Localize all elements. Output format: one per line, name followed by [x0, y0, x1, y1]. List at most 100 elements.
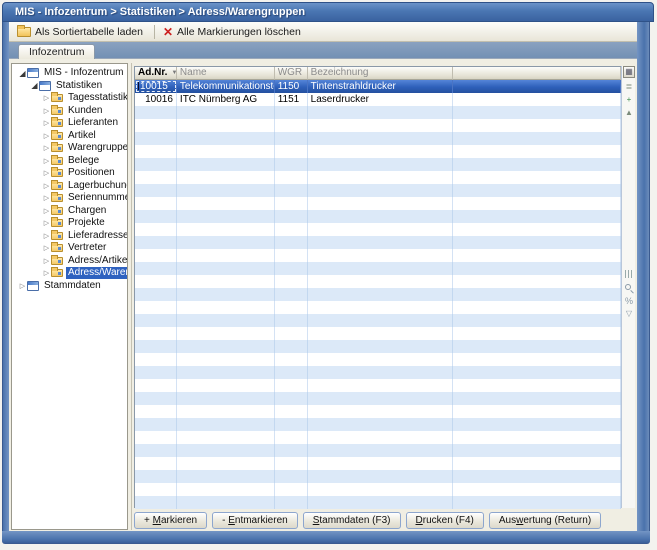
- grid-cell[interactable]: [177, 470, 275, 483]
- grid-cell[interactable]: 1151: [275, 93, 308, 106]
- expand-arrow-icon[interactable]: ▷: [42, 219, 51, 227]
- grid-cell[interactable]: [275, 210, 308, 223]
- expand-arrow-icon[interactable]: ▷: [42, 244, 51, 252]
- grid-cell[interactable]: [275, 340, 308, 353]
- grid-cell[interactable]: [308, 184, 454, 197]
- footer-button-entmarkieren[interactable]: - Entmarkieren: [212, 512, 298, 529]
- grid-empty-row[interactable]: [135, 132, 621, 145]
- grid-cell[interactable]: [308, 262, 454, 275]
- grid-cell[interactable]: [308, 340, 454, 353]
- tree-item-stammdaten[interactable]: ▷Stammdaten: [12, 280, 127, 293]
- grid-empty-row[interactable]: [135, 431, 621, 444]
- grid-cell[interactable]: [453, 275, 621, 288]
- grid-cell[interactable]: [275, 457, 308, 470]
- grid-cell[interactable]: [308, 132, 454, 145]
- window-titlebar[interactable]: MIS - Infozentrum > Statistiken > Adress…: [2, 2, 654, 22]
- grid-cell[interactable]: [453, 288, 621, 301]
- grid-cell[interactable]: [453, 366, 621, 379]
- expand-arrow-icon[interactable]: ▷: [42, 119, 51, 127]
- grid-cell[interactable]: [308, 249, 454, 262]
- grid-empty-row[interactable]: [135, 483, 621, 496]
- expand-arrow-icon[interactable]: ▷: [42, 207, 51, 215]
- grid-cell[interactable]: [177, 496, 275, 509]
- grid-row-10015[interactable]: 10015Telekommunikationste1150Tintenstrah…: [135, 80, 621, 93]
- grid-cell[interactable]: [275, 288, 308, 301]
- grid-cell[interactable]: [453, 483, 621, 496]
- grid-cell[interactable]: [177, 249, 275, 262]
- grid-cell[interactable]: [308, 431, 454, 444]
- grid-cell[interactable]: [453, 353, 621, 366]
- grid-cell[interactable]: [177, 262, 275, 275]
- grid-cell[interactable]: [135, 301, 177, 314]
- grid-cell[interactable]: [275, 327, 308, 340]
- grid-cell[interactable]: [177, 184, 275, 197]
- tree-item-warengruppen[interactable]: ▷Warengruppen: [12, 142, 127, 155]
- grid-cell[interactable]: [275, 431, 308, 444]
- grid-cell[interactable]: [275, 392, 308, 405]
- grip-icon[interactable]: [625, 270, 632, 278]
- expand-arrow-icon[interactable]: ▷: [42, 194, 51, 202]
- grid-cell[interactable]: [275, 379, 308, 392]
- tab-infozentrum[interactable]: Infozentrum: [18, 44, 95, 59]
- grid-cell[interactable]: [308, 314, 454, 327]
- expand-arrow-icon[interactable]: ▷: [42, 232, 51, 240]
- grid-cell[interactable]: [177, 119, 275, 132]
- grid-cell[interactable]: [308, 327, 454, 340]
- grid-cell[interactable]: [308, 119, 454, 132]
- grid-cell[interactable]: [275, 262, 308, 275]
- expand-arrow-icon[interactable]: ▷: [42, 182, 51, 190]
- grid-cell[interactable]: [275, 171, 308, 184]
- column-chooser-icon[interactable]: ▦: [623, 66, 635, 78]
- grid-cell[interactable]: [135, 184, 177, 197]
- grid-cell[interactable]: [308, 353, 454, 366]
- grid-empty-row[interactable]: [135, 171, 621, 184]
- grid-empty-row[interactable]: [135, 145, 621, 158]
- grid-cell[interactable]: [177, 223, 275, 236]
- grid-cell[interactable]: [177, 106, 275, 119]
- grid-cell[interactable]: [177, 444, 275, 457]
- expand-arrow-icon[interactable]: ▷: [42, 157, 51, 165]
- grid-cell[interactable]: [308, 418, 454, 431]
- grid-cell[interactable]: [275, 366, 308, 379]
- grid-cell[interactable]: [177, 158, 275, 171]
- grid-cell[interactable]: [453, 457, 621, 470]
- grid-empty-row[interactable]: [135, 106, 621, 119]
- grid-cell[interactable]: [135, 379, 177, 392]
- grid-cell[interactable]: [275, 197, 308, 210]
- grid-cell[interactable]: [177, 457, 275, 470]
- expand-arrow-icon[interactable]: ▷: [42, 144, 51, 152]
- grid-empty-row[interactable]: [135, 301, 621, 314]
- grid-cell[interactable]: [177, 327, 275, 340]
- grid-cell[interactable]: [275, 249, 308, 262]
- grid-cell[interactable]: [177, 379, 275, 392]
- grid-cell[interactable]: [177, 197, 275, 210]
- grid-empty-row[interactable]: [135, 457, 621, 470]
- grid-empty-row[interactable]: [135, 210, 621, 223]
- tree-item-statistiken[interactable]: ◢Statistiken: [12, 80, 127, 93]
- grid-cell[interactable]: [453, 197, 621, 210]
- grid-cell[interactable]: [177, 431, 275, 444]
- expand-arrow-icon[interactable]: ▷: [42, 132, 51, 140]
- grid-cell[interactable]: [177, 314, 275, 327]
- grid-cell[interactable]: [135, 327, 177, 340]
- grid-cell[interactable]: [177, 353, 275, 366]
- tree-item-lagerbuchungen[interactable]: ▷Lagerbuchungen: [12, 180, 127, 193]
- tree-item-chargen[interactable]: ▷Chargen: [12, 205, 127, 218]
- grid-cell[interactable]: [308, 483, 454, 496]
- grid-cell[interactable]: [275, 158, 308, 171]
- collapse-arrow-icon[interactable]: ◢: [18, 69, 27, 78]
- grid-cell[interactable]: [453, 184, 621, 197]
- grid-cell[interactable]: [177, 301, 275, 314]
- grid-cell[interactable]: [308, 275, 454, 288]
- grid-cell[interactable]: [135, 483, 177, 496]
- expand-arrow-icon[interactable]: ▷: [42, 107, 51, 115]
- grid-cell[interactable]: [453, 262, 621, 275]
- grid-cell[interactable]: [135, 171, 177, 184]
- grid-cell[interactable]: [308, 366, 454, 379]
- add-icon[interactable]: +: [624, 95, 634, 104]
- grid-cell[interactable]: [453, 405, 621, 418]
- expand-arrow-icon[interactable]: ▷: [42, 257, 51, 265]
- grid-cell[interactable]: [135, 418, 177, 431]
- grid-empty-row[interactable]: [135, 236, 621, 249]
- grid-cell[interactable]: [308, 236, 454, 249]
